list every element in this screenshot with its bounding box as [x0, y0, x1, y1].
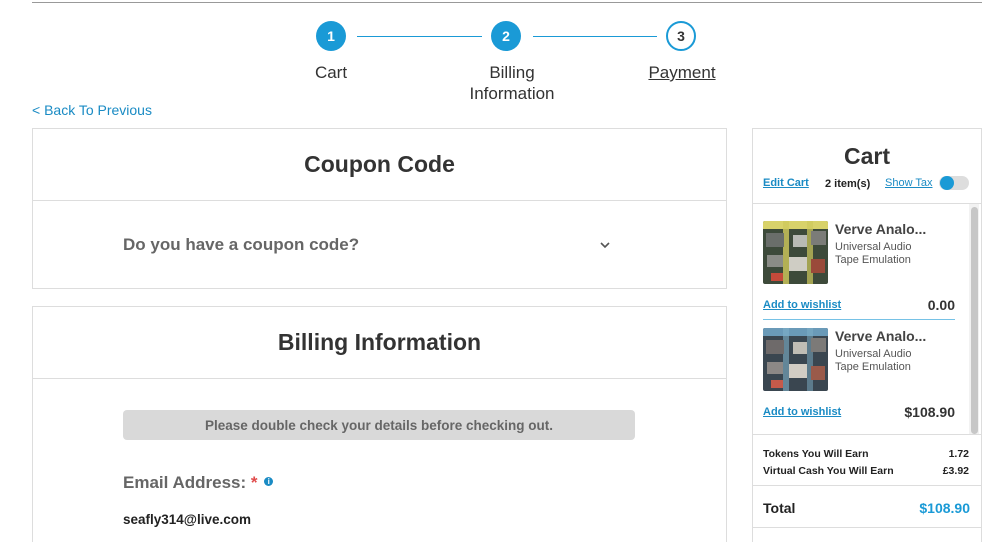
email-address-value: seafly314@live.com — [123, 512, 251, 527]
item-separator — [763, 319, 955, 320]
step-2-circle[interactable]: 2 — [491, 21, 521, 51]
step-connector-1-2 — [357, 36, 482, 37]
step-2-label-line1: Billing — [489, 63, 535, 82]
add-to-wishlist-link[interactable]: Add to wishlist — [763, 406, 841, 418]
product-vendor: Universal Audio — [835, 348, 912, 360]
coupon-title: Coupon Code — [304, 151, 455, 177]
coupon-toggle[interactable]: Do you have a coupon code? — [33, 201, 726, 289]
show-tax-toggle[interactable] — [939, 176, 969, 190]
edit-cart-link[interactable]: Edit Cart — [763, 177, 809, 189]
cart-sidebar: Cart Edit Cart 2 item(s) Show Tax Verve … — [752, 128, 982, 542]
product-category: Tape Emulation — [835, 361, 911, 373]
total-bottom-divider — [753, 527, 981, 528]
cart-items-list[interactable]: Verve Analo... Universal Audio Tape Emul… — [753, 203, 981, 435]
checkout-notice-banner: Please double check your details before … — [123, 410, 635, 440]
cash-earn-row: Virtual Cash You Will Earn £3.92 — [763, 465, 969, 477]
product-name[interactable]: Verve Analo... — [835, 328, 926, 344]
chevron-down-icon — [600, 242, 610, 249]
back-to-previous-link[interactable]: < Back To Previous — [32, 102, 152, 118]
billing-divider — [33, 378, 726, 379]
step-1-circle[interactable]: 1 — [316, 21, 346, 51]
cart-scrollbar-thumb[interactable] — [971, 207, 978, 434]
step-3-label[interactable]: Payment — [632, 62, 732, 83]
product-price: $108.90 — [904, 404, 955, 420]
product-name[interactable]: Verve Analo... — [835, 221, 926, 237]
coupon-panel: Coupon Code Do you have a coupon code? — [32, 128, 727, 289]
toggle-knob — [940, 176, 954, 190]
tokens-earn-value: 1.72 — [948, 448, 969, 460]
product-vendor: Universal Audio — [835, 241, 912, 253]
step-1-label[interactable]: Cart — [290, 62, 372, 83]
tokens-earn-label: Tokens You Will Earn — [763, 448, 869, 460]
tokens-earn-row: Tokens You Will Earn 1.72 — [763, 448, 969, 460]
step-3-circle[interactable]: 3 — [666, 21, 696, 51]
info-icon[interactable]: i — [264, 477, 274, 486]
product-category: Tape Emulation — [835, 254, 911, 266]
show-tax-link[interactable]: Show Tax — [885, 177, 933, 189]
coupon-question: Do you have a coupon code? — [123, 235, 360, 254]
email-address-label: Email Address: * i — [123, 473, 274, 493]
billing-panel: Billing Information Please double check … — [32, 306, 727, 542]
product-thumbnail[interactable] — [763, 328, 828, 391]
product-price: 0.00 — [927, 297, 955, 313]
product-thumbnail[interactable] — [763, 221, 828, 284]
required-marker: * — [250, 473, 258, 492]
add-to-wishlist-link[interactable]: Add to wishlist — [763, 299, 841, 311]
cart-scrollbar[interactable] — [969, 204, 979, 434]
total-value: $108.90 — [919, 500, 970, 516]
step-connector-2-3 — [533, 36, 657, 37]
billing-title: Billing Information — [277, 329, 482, 355]
top-divider — [32, 2, 982, 3]
cart-title: Cart — [843, 143, 890, 169]
step-2-label[interactable]: Billing Information — [452, 62, 572, 104]
email-label-text: Email Address: — [123, 473, 247, 492]
total-label: Total — [763, 500, 796, 516]
cash-earn-value: £3.92 — [942, 465, 969, 477]
totals-divider — [753, 485, 981, 486]
cart-item-count: 2 item(s) — [825, 178, 871, 190]
cash-earn-label: Virtual Cash You Will Earn — [763, 465, 894, 477]
step-2-label-line2: Information — [469, 84, 555, 103]
